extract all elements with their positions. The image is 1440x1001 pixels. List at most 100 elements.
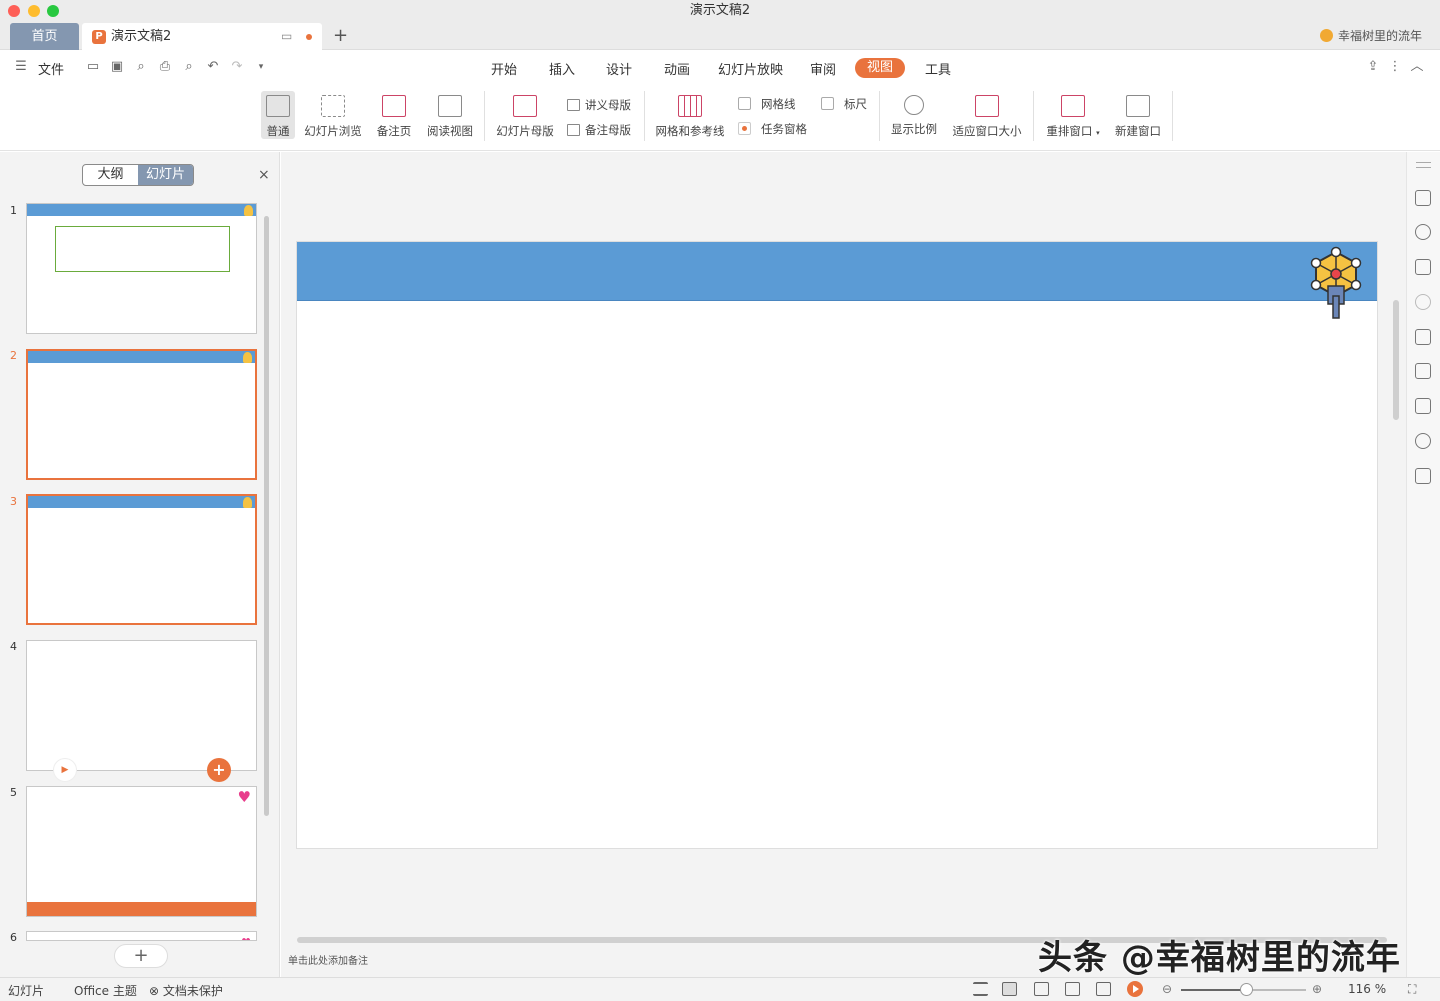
fit-window-button[interactable]: 适应窗口大小 — [951, 91, 1023, 139]
menu-tools[interactable]: 工具 — [925, 59, 951, 78]
reading-view-button[interactable]: 阅读视图 — [425, 91, 475, 139]
normal-view-status-icon[interactable] — [1002, 982, 1017, 996]
zoom-in-icon[interactable]: ⊕ — [1312, 982, 1322, 996]
menu-view[interactable]: 视图 — [855, 58, 906, 78]
zoom-button[interactable]: 显示比例 — [889, 91, 939, 137]
notes-master-button[interactable]: 备注母版 — [567, 122, 631, 138]
arrange-windows-button[interactable]: 重排窗口 ▾ — [1043, 91, 1103, 139]
presenter-view-status-icon[interactable] — [1096, 982, 1111, 996]
star-icon[interactable] — [1415, 363, 1431, 379]
add-slide-button[interactable]: + — [114, 944, 168, 968]
current-slide[interactable] — [296, 241, 1378, 849]
notes-page-button[interactable]: 备注页 — [375, 91, 413, 139]
tab-slides[interactable]: 幻灯片 — [138, 165, 193, 185]
image-icon[interactable] — [1415, 468, 1431, 484]
slide-number: 2 — [10, 349, 17, 362]
ruler-checkbox[interactable]: 标尺 — [821, 96, 867, 112]
print-icon[interactable]: ⎙ — [158, 60, 172, 74]
task-pane-check[interactable] — [738, 122, 751, 135]
fill-icon[interactable] — [1415, 259, 1431, 275]
slide-header-band[interactable] — [297, 242, 1377, 301]
close-panel-button[interactable]: × — [258, 167, 270, 183]
slide-switch-icon[interactable] — [1415, 190, 1431, 206]
zoom-window-button[interactable] — [47, 5, 59, 17]
menu-design[interactable]: 设计 — [606, 59, 632, 78]
user-account[interactable]: 幸福树里的流年 — [1319, 22, 1422, 50]
handout-master-button[interactable]: 讲义母版 — [567, 97, 631, 113]
tab-outline[interactable]: 大纲 — [83, 165, 138, 185]
collapse-ribbon-icon[interactable]: ︿ — [1410, 60, 1424, 74]
notes-master-label: 备注母版 — [585, 123, 631, 137]
gridlines-checkbox[interactable]: 网格线 — [738, 96, 796, 112]
thumbnail-header-band — [28, 496, 255, 508]
redo-icon[interactable]: ↷ — [230, 60, 244, 74]
settings-sliders-icon[interactable] — [1415, 398, 1431, 414]
fit-screen-icon[interactable]: ⛶ — [1408, 982, 1416, 997]
menu-file[interactable]: 文件 — [38, 59, 64, 78]
slide-thumbnail-selected[interactable] — [26, 494, 257, 625]
shapes-icon[interactable] — [1415, 224, 1431, 240]
menu-slideshow[interactable]: 幻灯片放映 — [718, 59, 783, 78]
print-preview-icon[interactable]: ⌕ — [182, 60, 196, 74]
reading-view-status-icon[interactable] — [1065, 982, 1080, 996]
dropdown-icon[interactable]: ▾ — [254, 60, 268, 74]
more-icon[interactable]: ⋮ — [1388, 60, 1402, 74]
tab-document[interactable]: P 演示文稿2 ▭ — [82, 23, 322, 50]
menu-bar: ☰ 文件 ▭ ▣ ⌕ ⎙ ⌕ ↶ ↷ ▾ 开始 插入 设计 动画 幻灯片放映 审… — [0, 51, 1440, 83]
menu-review[interactable]: 审阅 — [810, 59, 836, 78]
open-folder-icon[interactable]: ▭ — [86, 60, 100, 74]
animation-icon[interactable] — [1415, 294, 1431, 310]
menu-start[interactable]: 开始 — [491, 59, 517, 78]
slide-master-button[interactable]: 幻灯片母版 — [494, 91, 556, 139]
notes-toggle-icon[interactable] — [973, 982, 988, 996]
zoom-slider[interactable] — [1181, 983, 1306, 996]
ribbon-separator — [1033, 91, 1034, 141]
save-icon[interactable]: ▣ — [110, 60, 124, 74]
notes-placeholder[interactable]: 单击此处添加备注 — [288, 952, 368, 967]
zoom-out-icon[interactable]: ⊖ — [1162, 982, 1172, 996]
ribbon-separator — [644, 91, 645, 141]
insert-slide-icon[interactable]: + — [207, 758, 231, 782]
handout-master-icon — [567, 99, 580, 111]
vertical-scrollbar-thumb[interactable] — [1393, 300, 1399, 420]
share-icon[interactable]: ⇪ — [1366, 60, 1380, 74]
vertical-scrollbar[interactable] — [1392, 160, 1400, 930]
hamburger-menu-icon[interactable]: ☰ — [14, 60, 28, 74]
undo-icon[interactable]: ↶ — [206, 60, 220, 74]
menu-animation[interactable]: 动画 — [664, 59, 690, 78]
play-slide-icon[interactable]: ▶ — [53, 758, 77, 782]
slide-thumbnail[interactable]: ♥ — [26, 786, 257, 917]
ferris-wheel-icon[interactable] — [1307, 246, 1365, 320]
normal-view-button[interactable]: 普通 — [261, 91, 295, 139]
close-window-button[interactable] — [8, 5, 20, 17]
thumbnail-text-box — [55, 226, 230, 272]
thumbnail-scrollbar[interactable] — [262, 202, 270, 937]
gridlines-label: 网格线 — [761, 97, 796, 111]
history-icon[interactable] — [1415, 433, 1431, 449]
slide-sorter-status-icon[interactable] — [1034, 982, 1049, 996]
screen-icon[interactable]: ▭ — [281, 23, 292, 50]
tab-home[interactable]: 首页 — [10, 23, 79, 50]
slide-sorter-button[interactable]: 幻灯片浏览 — [302, 91, 364, 139]
slide-thumbnail[interactable]: ♥ — [26, 931, 257, 941]
protect-status[interactable]: ⊗ 文档未保护 — [149, 982, 223, 999]
play-slideshow-button[interactable] — [1127, 981, 1143, 997]
new-tab-button[interactable]: + — [333, 22, 348, 49]
grid-guides-button[interactable]: 网格和参考线 — [654, 91, 726, 139]
format-painter-icon[interactable]: ⌕ — [134, 60, 148, 74]
menu-insert[interactable]: 插入 — [549, 59, 575, 78]
thumbnail-header-band — [27, 204, 256, 216]
gridlines-check[interactable] — [738, 97, 751, 110]
ruler-check[interactable] — [821, 97, 834, 110]
zoom-level[interactable]: 116 % — [1348, 982, 1386, 996]
copy-icon[interactable] — [1415, 329, 1431, 345]
slide-thumbnail[interactable] — [26, 203, 257, 334]
thumbnail-scrollbar-thumb[interactable] — [264, 216, 269, 816]
slide-thumbnail-selected[interactable] — [26, 349, 257, 480]
new-window-button[interactable]: 新建窗口 — [1113, 91, 1163, 139]
slide-thumbnail[interactable] — [26, 640, 257, 771]
task-pane-checkbox[interactable]: 任务窗格 — [738, 121, 807, 137]
zoom-slider-knob[interactable] — [1240, 983, 1253, 996]
minimize-window-button[interactable] — [28, 5, 40, 17]
zoom-slider-fill — [1181, 989, 1246, 991]
